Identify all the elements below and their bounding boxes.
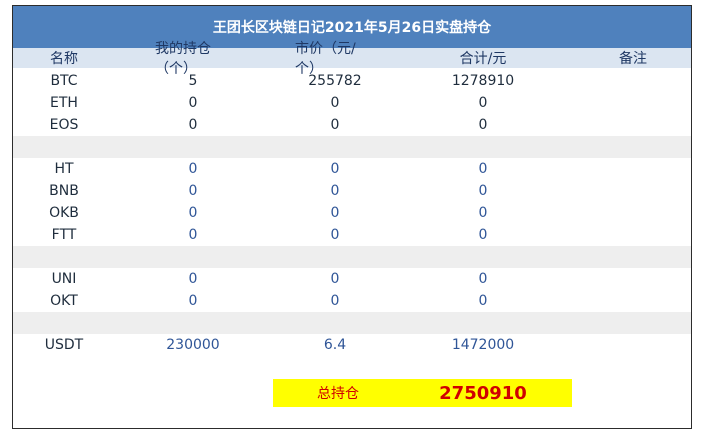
- row-qty: 0: [188, 227, 198, 243]
- row-total: 1278910: [451, 73, 515, 89]
- row-qty: 0: [188, 117, 198, 133]
- column-header-price: 市价（元/个）: [295, 41, 356, 77]
- table-row: OKT 0 0 0: [13, 290, 691, 312]
- row-name: FTT: [51, 227, 77, 243]
- row-name: BTC: [50, 73, 78, 89]
- row-total: 0: [478, 161, 488, 177]
- row-qty: 0: [188, 183, 198, 199]
- table-row: OKB 0 0 0: [13, 202, 691, 224]
- row-price: 0: [330, 117, 340, 133]
- table-header: 名称 我的持仓（个） 市价（元/个） 合计/元 备注: [13, 41, 691, 77]
- row-price: 6.4: [323, 337, 347, 353]
- holdings-table: 王团长区块链日记2021年5月26日实盘持仓 名称 我的持仓（个） 市价（元/个…: [12, 5, 692, 429]
- row-name: EOS: [49, 117, 79, 133]
- row-price: 0: [330, 293, 340, 309]
- row-name: OKB: [49, 205, 79, 221]
- row-total: 1472000: [451, 337, 515, 353]
- group-separator: [13, 312, 691, 334]
- column-header-total: 合计/元: [459, 51, 507, 67]
- table-row: ETH 0 0 0: [13, 92, 691, 114]
- row-qty: 5: [188, 73, 198, 89]
- column-header-qty: 我的持仓（个）: [155, 41, 211, 77]
- row-name: ETH: [50, 95, 78, 111]
- row-total: 0: [478, 227, 488, 243]
- row-total: 0: [478, 271, 488, 287]
- table-row: BTC 5 255782 1278910: [13, 70, 691, 92]
- row-total: 0: [478, 117, 488, 133]
- column-header-note: 备注: [619, 51, 647, 67]
- row-qty: 0: [188, 95, 198, 111]
- row-price: 0: [330, 95, 340, 111]
- row-price: 0: [330, 161, 340, 177]
- row-qty: 0: [188, 271, 198, 287]
- total-holdings-box: 总持仓 2750910: [273, 379, 572, 407]
- row-price: 0: [330, 183, 340, 199]
- total-holdings-label: 总持仓: [317, 386, 359, 402]
- row-total: 0: [478, 205, 488, 221]
- row-total: 0: [478, 183, 488, 199]
- row-qty: 230000: [166, 337, 220, 353]
- row-price: 0: [330, 205, 340, 221]
- row-total: 0: [478, 95, 488, 111]
- table-row: EOS 0 0 0: [13, 114, 691, 136]
- table-row: USDT 230000 6.4 1472000: [13, 334, 691, 356]
- table-row: HT 0 0 0: [13, 158, 691, 180]
- row-name: UNI: [51, 271, 77, 287]
- group-separator: [13, 246, 691, 268]
- row-total: 0: [478, 293, 488, 309]
- table-row: FTT 0 0 0: [13, 224, 691, 246]
- table-row: UNI 0 0 0: [13, 268, 691, 290]
- row-name: USDT: [44, 337, 84, 353]
- row-qty: 0: [188, 293, 198, 309]
- table-row: BNB 0 0 0: [13, 180, 691, 202]
- column-header-name: 名称: [50, 51, 78, 67]
- row-price: 0: [330, 271, 340, 287]
- row-qty: 0: [188, 161, 198, 177]
- row-price: 0: [330, 227, 340, 243]
- row-qty: 0: [188, 205, 198, 221]
- row-name: BNB: [49, 183, 79, 199]
- row-price: 255782: [308, 73, 362, 89]
- row-name: OKT: [50, 293, 78, 309]
- total-holdings-value: 2750910: [439, 382, 527, 404]
- group-separator: [13, 136, 691, 158]
- row-name: HT: [54, 161, 74, 177]
